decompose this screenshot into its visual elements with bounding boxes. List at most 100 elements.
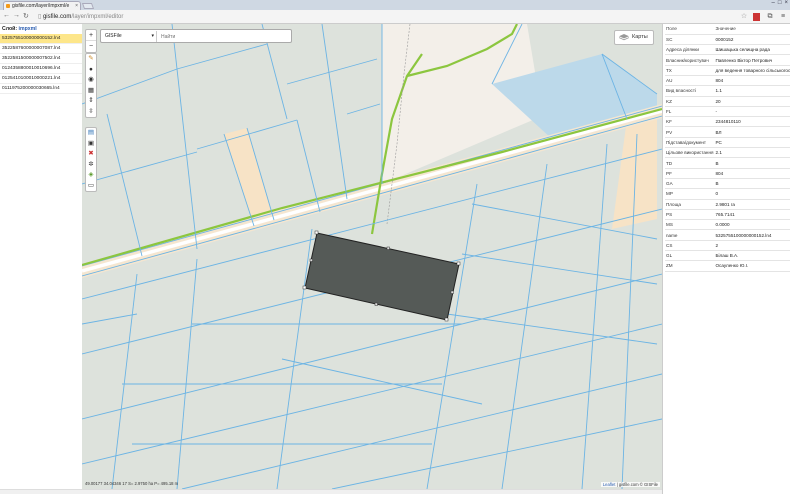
table-row[interactable]: SC 0000152 [665, 34, 790, 46]
zoom-in-button[interactable]: + [86, 30, 96, 41]
attribute-value: В [714, 178, 790, 190]
table-row[interactable]: PS 765.7141 [665, 209, 790, 221]
attribute-value: 1.1 [714, 85, 790, 97]
attribute-key: Адреса ділянки [665, 44, 715, 56]
draw-point-icon[interactable]: ● [86, 65, 96, 76]
table-row[interactable]: Адреса ділянки Шишацька селищна рада [665, 44, 790, 56]
menu-icon[interactable]: ≡ [779, 12, 787, 21]
file-item[interactable]: 0124358800010010696.ln4 [0, 64, 82, 74]
attribute-value: 0.0000 [714, 219, 790, 231]
select-area-icon[interactable]: ▦ [86, 86, 96, 97]
attribute-rows: SC 0000152 Адреса ділянки Шишацька селищна … [665, 34, 790, 272]
attribute-key: KZ [665, 96, 715, 107]
print-icon[interactable]: ▤ [86, 128, 96, 139]
zoom-out-button[interactable]: − [86, 41, 96, 52]
delete-icon[interactable]: ✖ [86, 149, 96, 160]
layers-icon[interactable]: ◈ [86, 170, 96, 181]
draw-line-icon[interactable]: ✎ [86, 54, 96, 65]
attribute-key: Підстава/документ [665, 137, 715, 149]
table-row[interactable]: TXдля ведення товарного сільськогосподар… [665, 65, 790, 76]
bookmark-star-icon[interactable]: ☆ [740, 12, 748, 21]
table-row[interactable]: Підстава/документ РС [665, 137, 790, 149]
attribute-value: Павленко Віктор Петрович [714, 54, 790, 66]
table-row[interactable]: PV ВЛ [665, 126, 790, 138]
attribute-value: 0 [714, 188, 790, 200]
attribute-value: 0000152 [714, 34, 790, 46]
address-bar[interactable]: ▯ gisfile.com/layer/impxml/editor [38, 13, 123, 20]
leaflet-link[interactable]: Leaflet [603, 482, 616, 487]
attribute-value: 20 [714, 96, 790, 107]
close-window-icon[interactable]: × [784, 0, 788, 6]
layers-stack-icon [619, 34, 629, 41]
attribute-key: Вид власності [665, 85, 715, 97]
extension-icon[interactable]: ⧉ [766, 12, 774, 21]
file-item[interactable]: 3522587600000007087.ln4 [0, 44, 82, 54]
file-item[interactable]: 3522581500000007502.ln4 [0, 54, 82, 64]
attribute-key: MP [665, 188, 715, 200]
attribute-key: FL [665, 106, 715, 118]
reload-icon[interactable]: ↻ [23, 12, 29, 20]
search-input[interactable] [161, 31, 289, 42]
back-icon[interactable]: ← [3, 12, 10, 19]
file-item[interactable]: 0111975200000030665.ln4 [0, 84, 82, 94]
file-item[interactable]: 0125410100010000221.ln4 [0, 74, 82, 84]
table-row[interactable]: GL Білаш В.А. [665, 250, 790, 262]
table-row[interactable]: Площа 2.9801 га [665, 199, 790, 210]
attribute-key: KF [665, 116, 715, 128]
close-tab-icon[interactable]: × [75, 3, 78, 9]
attribute-panel: Поле Значение SC 0000152 Адреса ділянки Шиш… [662, 24, 790, 494]
attribute-key: Площа [665, 199, 715, 210]
layer-select[interactable]: GISFile ▾ [103, 31, 157, 42]
table-row[interactable]: ZM Осауленко Ю.І. [665, 260, 790, 272]
table-row[interactable]: MS 0.0000 [665, 219, 790, 231]
attribute-value: 2.1 [714, 147, 790, 159]
horizontal-scrollbar[interactable] [0, 489, 662, 494]
table-row[interactable]: GA В [665, 178, 790, 190]
maximize-icon[interactable]: □ [778, 0, 782, 6]
attribute-key: TD [665, 157, 715, 169]
attribute-value: 5325755100000000152.ln4 [714, 229, 790, 241]
attribution-text: | gisfile.com © GISFile [616, 482, 658, 487]
url-host: gisfile.com [42, 14, 72, 20]
attribute-key: TX [665, 65, 715, 76]
edit-toolbar: ▤ ▣ ✖ ✲ ◈ ▭ [85, 127, 97, 192]
save-icon[interactable]: ▣ [86, 139, 96, 150]
layer-label: Слой: [2, 26, 18, 32]
attribute-key: MS [665, 219, 715, 231]
attribute-key: CS [665, 240, 715, 252]
forward-icon[interactable]: → [13, 12, 20, 19]
table-row[interactable]: Власник/користувач Павленко Віктор Петров… [665, 54, 790, 66]
measure-icon[interactable]: ⇕ [86, 96, 96, 107]
attribute-key: AU [665, 75, 715, 87]
drawing-toolbar: ✎ ● ◉ ▦ ⇕ ⇳ [85, 53, 97, 118]
layer-name[interactable]: impxml [19, 26, 37, 32]
attribute-key: PV [665, 126, 715, 138]
split-icon[interactable]: ⇳ [86, 107, 96, 118]
table-row[interactable]: CS 2 [665, 240, 790, 252]
extension-red-icon[interactable] [753, 13, 760, 21]
table-row[interactable]: name 5325755100000000152.ln4 [665, 229, 790, 241]
basemaps-button[interactable]: Карты [614, 30, 654, 45]
view-icon[interactable]: ◉ [86, 75, 96, 86]
new-tab-button[interactable] [81, 3, 95, 9]
settings-icon[interactable]: ✲ [86, 160, 96, 171]
table-row[interactable]: AU 804 [665, 75, 790, 87]
map-canvas[interactable] [82, 24, 662, 489]
browser-tab[interactable]: gisfile.com/layer/impxml/e × [3, 1, 81, 10]
table-row[interactable]: KZ 20 [665, 96, 790, 107]
attribute-key: Власник/користувач [665, 54, 715, 66]
table-row[interactable]: KF 2344810110 [665, 116, 790, 128]
selected-parcel[interactable] [304, 232, 460, 321]
table-row[interactable]: MP 0 [665, 188, 790, 200]
attribute-key: SC [665, 34, 715, 46]
table-row[interactable]: PF 804 [665, 168, 790, 179]
map-view[interactable]: + − ✎ ● ◉ ▦ ⇕ ⇳ ▤ ▣ ✖ ✲ ◈ ▭ GISFile ▾ Ка… [82, 24, 662, 489]
table-row[interactable]: Вид власності 1.1 [665, 85, 790, 97]
table-row[interactable]: Цільове використання 2.1 [665, 147, 790, 159]
minimize-icon[interactable]: – [772, 0, 775, 6]
comment-icon[interactable]: ▭ [86, 181, 96, 192]
table-row[interactable]: FL - [665, 106, 790, 118]
table-row[interactable]: TD В [665, 157, 790, 169]
file-item[interactable]: 5325755100000000152.ln4 [0, 34, 82, 44]
attribute-value: - [714, 106, 790, 118]
